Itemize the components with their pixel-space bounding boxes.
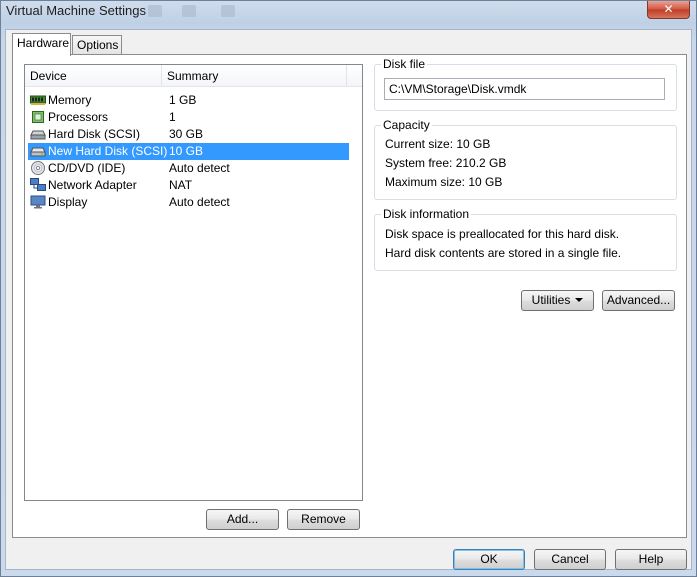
disk-file-title: Disk file: [381, 57, 428, 71]
device-list[interactable]: Device Summary Memory 1 GB Processors 1 …: [24, 64, 363, 501]
memory-icon: [30, 95, 46, 105]
device-cell: Processors: [30, 109, 108, 126]
device-cell: CD/DVD (IDE): [30, 160, 125, 177]
device-summary: NAT: [169, 178, 193, 192]
titlebar-ghost-icon: [148, 5, 162, 17]
device-name: Display: [48, 195, 88, 209]
cancel-button[interactable]: Cancel: [534, 549, 606, 570]
display-icon: [30, 195, 46, 209]
device-row-cd-dvd[interactable]: CD/DVD (IDE) Auto detect: [28, 160, 349, 177]
disk-file-group: Disk file C:\VM\Storage\Disk.vmdk: [374, 57, 677, 111]
device-name: Hard Disk (SCSI): [48, 127, 141, 141]
device-row-memory[interactable]: Memory 1 GB: [28, 92, 349, 109]
tab-hardware[interactable]: Hardware: [12, 33, 71, 56]
title-bar[interactable]: Virtual Machine Settings ✕: [1, 1, 696, 23]
device-summary: 30 GB: [169, 127, 204, 141]
device-summary: 10 GB: [169, 144, 204, 158]
chevron-down-icon: [575, 298, 584, 302]
window-title: Virtual Machine Settings: [6, 3, 146, 18]
device-summary: 1: [169, 110, 176, 124]
list-header: Device Summary: [25, 65, 362, 87]
hard-disk-icon: [30, 130, 46, 140]
disk-info-line-1: Disk space is preallocated for this hard…: [385, 227, 620, 241]
maximum-size-text: Maximum size: 10 GB: [385, 175, 503, 189]
device-row-network-adapter[interactable]: Network Adapter NAT: [28, 177, 349, 194]
disk-information-group: Disk information Disk space is prealloca…: [374, 207, 677, 271]
device-name: Memory: [48, 93, 92, 107]
titlebar-ghost-icon: [182, 5, 196, 17]
device-cell: Display: [30, 194, 87, 211]
device-summary: 1 GB: [169, 93, 197, 107]
device-name: Network Adapter: [48, 178, 137, 192]
hard-disk-icon: [30, 147, 46, 157]
capacity-group: Capacity Current size: 10 GB System free…: [374, 118, 677, 200]
dialog-client-area: Hardware Options Device Summary Memory 1…: [5, 29, 692, 570]
device-cell: Hard Disk (SCSI): [30, 126, 140, 143]
column-header-device[interactable]: Device: [25, 65, 162, 87]
column-header-summary[interactable]: Summary: [162, 65, 347, 87]
device-cell: Memory: [30, 92, 91, 109]
device-name: CD/DVD (IDE): [48, 161, 126, 175]
cd-dvd-icon: [31, 161, 45, 175]
utilities-button[interactable]: Utilities: [521, 290, 594, 311]
device-name: Processors: [48, 110, 109, 124]
tab-options[interactable]: Options: [72, 35, 122, 55]
device-row-display[interactable]: Display Auto detect: [28, 194, 349, 211]
device-row-hard-disk[interactable]: Hard Disk (SCSI) 30 GB: [28, 126, 349, 143]
help-button[interactable]: Help: [615, 549, 687, 570]
device-summary: Auto detect: [169, 161, 230, 175]
tab-options-label: Options: [77, 38, 119, 52]
device-summary: Auto detect: [169, 195, 230, 209]
remove-device-button[interactable]: Remove: [287, 509, 360, 530]
processor-icon: [32, 111, 44, 123]
tab-hardware-label: Hardware: [17, 36, 70, 50]
advanced-button[interactable]: Advanced...: [602, 290, 675, 311]
system-free-text: System free: 210.2 GB: [385, 156, 507, 170]
device-row-new-hard-disk[interactable]: New Hard Disk (SCSI) 10 GB: [28, 143, 349, 160]
ok-button[interactable]: OK: [453, 549, 525, 570]
capacity-title: Capacity: [381, 118, 432, 132]
disk-information-title: Disk information: [381, 207, 472, 221]
device-name: New Hard Disk (SCSI): [48, 144, 168, 158]
utilities-label: Utilities: [531, 293, 571, 307]
disk-info-line-2: Hard disk contents are stored in a singl…: [385, 246, 622, 260]
add-device-button[interactable]: Add...: [206, 509, 279, 530]
network-adapter-icon: [30, 178, 46, 191]
hardware-panel: Device Summary Memory 1 GB Processors 1 …: [12, 54, 687, 538]
current-size-text: Current size: 10 GB: [385, 137, 491, 151]
column-header-filler: [347, 65, 362, 87]
disk-file-path-field[interactable]: C:\VM\Storage\Disk.vmdk: [384, 78, 665, 100]
close-icon: ✕: [663, 2, 674, 16]
window-frame: Virtual Machine Settings ✕ Hardware Opti…: [0, 0, 697, 577]
close-button[interactable]: ✕: [647, 1, 690, 19]
device-cell: Network Adapter: [30, 177, 137, 194]
titlebar-ghost-icon: [221, 5, 235, 17]
device-row-processors[interactable]: Processors 1: [28, 109, 349, 126]
device-cell: New Hard Disk (SCSI): [30, 143, 167, 160]
